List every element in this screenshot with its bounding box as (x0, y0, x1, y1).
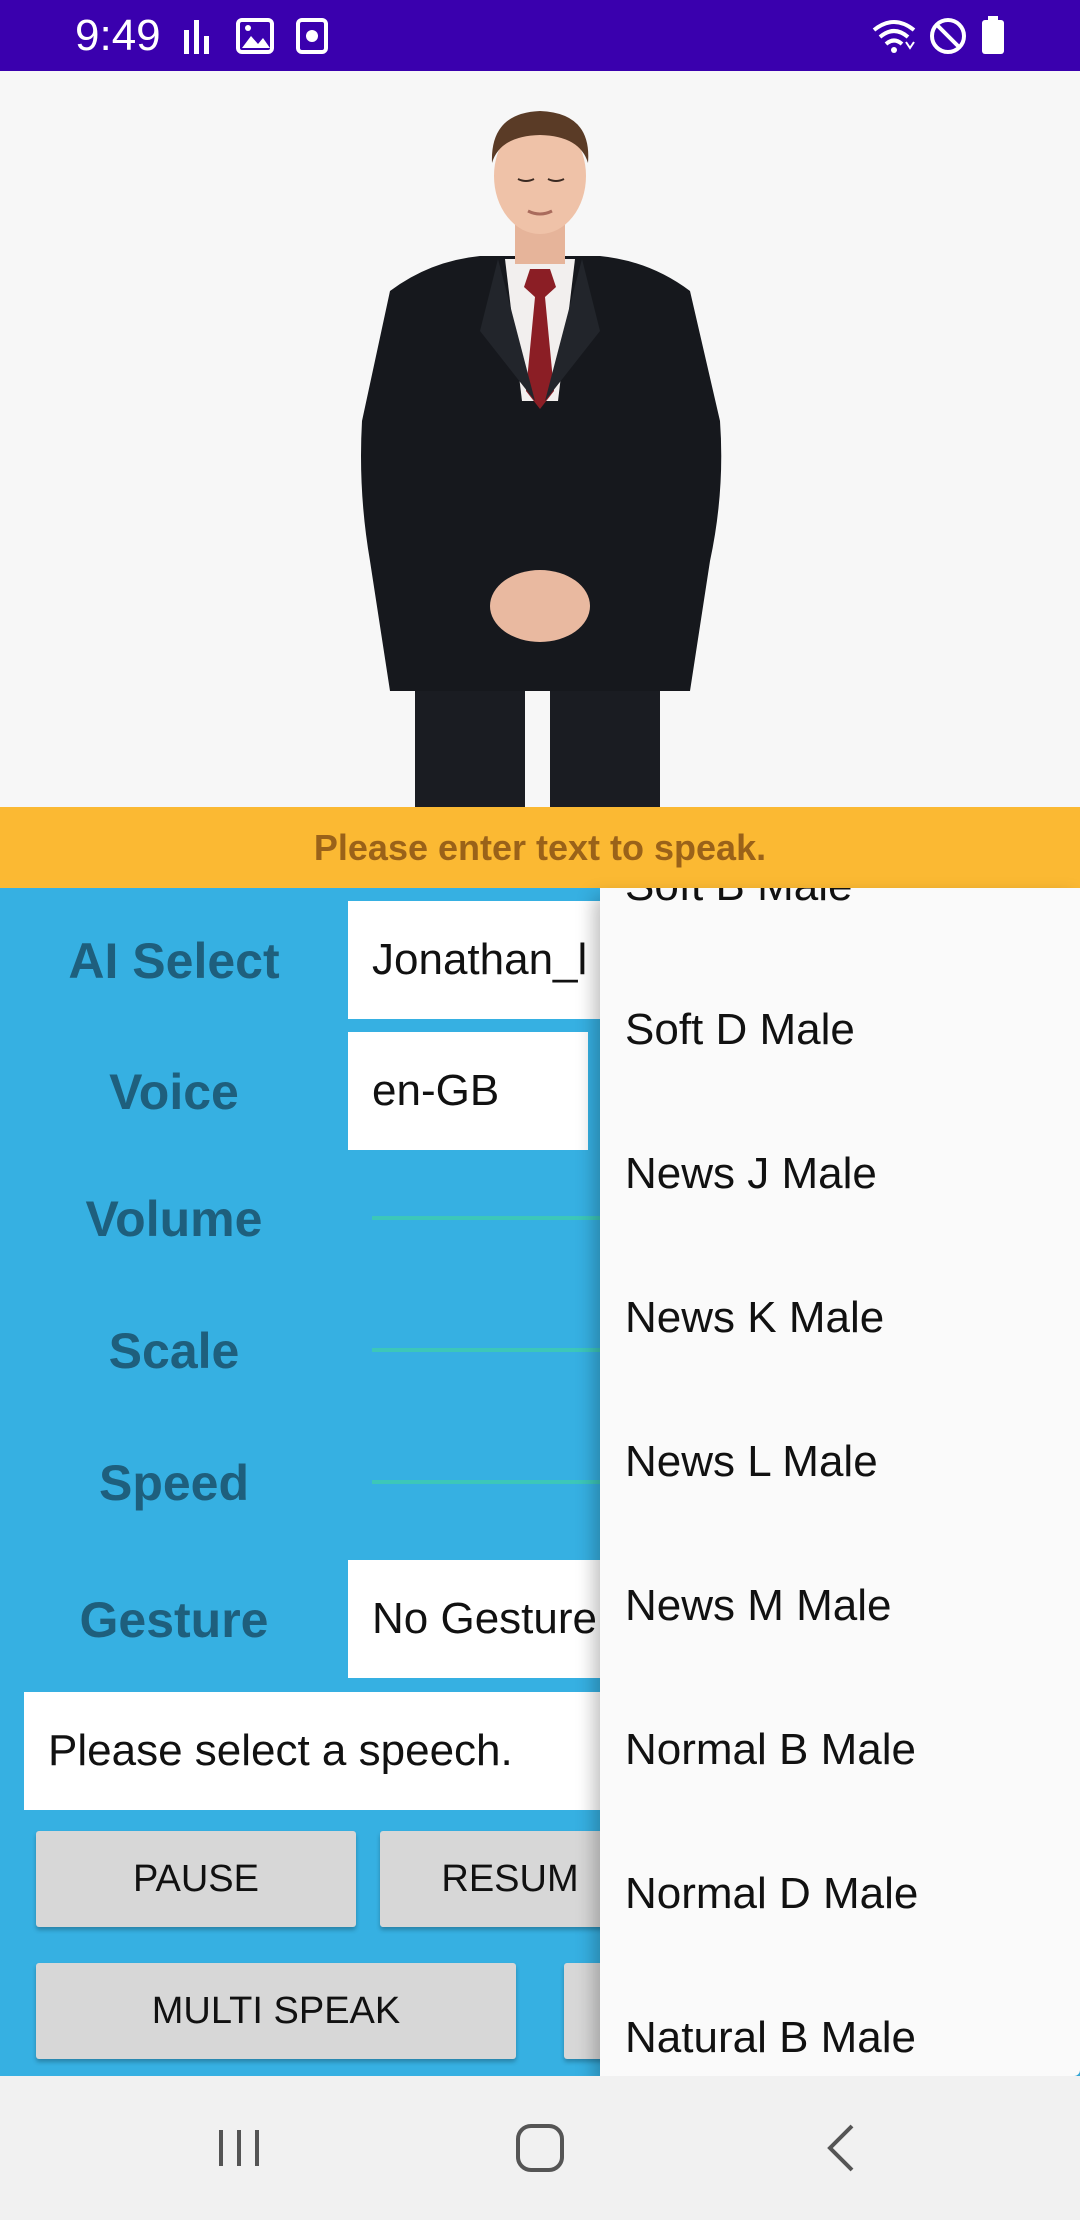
dropdown-items: Soft B Male Soft D Male News J Male News… (600, 888, 1080, 2076)
do-not-disturb-icon (928, 16, 968, 56)
dropdown-item[interactable]: Soft D Male (600, 958, 1080, 1102)
dropdown-item[interactable]: News J Male (600, 1102, 1080, 1246)
back-icon[interactable] (812, 2118, 872, 2178)
speed-label: Speed (98, 1455, 250, 1511)
pause-button[interactable]: PAUSE (36, 1831, 356, 1927)
status-bar: 9:49 (0, 0, 1080, 71)
voice-label: Voice (109, 1064, 239, 1120)
recent-apps-icon[interactable] (209, 2118, 269, 2178)
dropdown-item[interactable]: News K Male (600, 1246, 1080, 1390)
status-banner: Please enter text to speak. (0, 807, 1080, 888)
camera-icon (296, 16, 328, 56)
status-time: 9:49 (75, 11, 161, 60)
gesture-label: Gesture (79, 1592, 269, 1648)
voice-spinner[interactable]: en-GB (348, 1032, 588, 1150)
image-icon (236, 16, 274, 56)
scale-label: Scale (108, 1323, 240, 1379)
navigation-bar (0, 2076, 1080, 2220)
dropdown-item[interactable]: News L Male (600, 1390, 1080, 1534)
dropdown-item[interactable]: Normal B Male (600, 1678, 1080, 1822)
speed-slider[interactable] (372, 1480, 612, 1484)
ai-avatar-image (361, 111, 722, 807)
avatar-view (0, 71, 1080, 807)
volume-label: Volume (85, 1191, 263, 1247)
dropdown-item[interactable]: Normal D Male (600, 1822, 1080, 1966)
wifi-icon (870, 16, 918, 56)
battery-icon (980, 16, 1006, 56)
dropdown-item[interactable]: News M Male (600, 1534, 1080, 1678)
voice-dropdown-list: Soft B Male Soft D Male News J Male News… (600, 888, 1080, 2076)
volume-slider[interactable] (372, 1216, 612, 1220)
scale-slider[interactable] (372, 1348, 612, 1352)
dropdown-item[interactable]: Soft B Male (600, 888, 1080, 958)
ai-select-label: AI Select (68, 933, 280, 989)
home-icon[interactable] (510, 2118, 570, 2178)
signal-bars-icon (182, 16, 212, 56)
multi-speak-button[interactable]: MULTI SPEAK (36, 1963, 516, 2059)
speech-spinner[interactable]: Please select a speech. (24, 1692, 644, 1810)
dropdown-item[interactable]: Natural B Male (600, 1966, 1080, 2076)
banner-text: Please enter text to speak. (313, 826, 767, 868)
